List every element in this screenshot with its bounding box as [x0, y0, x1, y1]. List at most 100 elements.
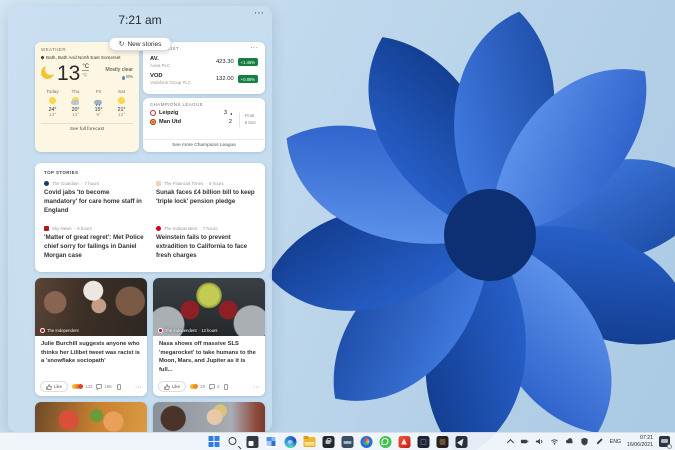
start-button[interactable] [208, 436, 220, 448]
comments-button[interactable]: 2 [209, 384, 219, 390]
task-view-icon[interactable] [246, 436, 258, 448]
taskbar: ENG 07:21 16/06/2021 [0, 432, 675, 450]
search-icon[interactable] [228, 437, 236, 445]
story-item[interactable]: The Independent · 7 hours Weinstein fail… [156, 226, 256, 261]
widgets-panel: 7:21 am ⋯ ↻ New stories WEATHER Bath, Ba… [8, 6, 272, 432]
droplet-icon [122, 76, 125, 80]
system-clock[interactable]: 07:21 16/06/2021 [627, 435, 653, 449]
news-image [153, 402, 265, 432]
comment-icon [209, 384, 215, 390]
chevron-up-icon[interactable] [507, 438, 514, 445]
more-icon[interactable]: ⋯ [135, 383, 142, 391]
guardian-logo-icon [44, 181, 49, 186]
financial-times-logo-icon [156, 181, 161, 186]
widgets-icon[interactable] [265, 436, 277, 448]
man-utd-badge-icon [150, 119, 156, 125]
share-icon[interactable] [223, 384, 229, 390]
independent-logo-icon [156, 226, 161, 231]
story-item[interactable]: The Financial Times · 6 hours Sunak face… [156, 181, 256, 216]
reactions[interactable]: 133 [72, 384, 92, 389]
volume-icon[interactable] [535, 437, 544, 446]
reaction-emoji-icon [78, 384, 83, 389]
sports-title: CHAMPIONS LEAGUE [150, 102, 258, 107]
wifi-icon[interactable] [550, 437, 559, 446]
news-card[interactable]: The Independent Julie Burchill suggests … [35, 278, 147, 396]
partly-cloudy-icon [71, 96, 80, 105]
see-more-champions-league-button[interactable]: See more Champions League [143, 139, 265, 152]
change-badge: +0.88% [238, 75, 258, 83]
unit-fahrenheit[interactable]: °F [82, 73, 89, 79]
forecast-day[interactable]: Fri 15° 9° [87, 89, 110, 118]
news-card-partial[interactable] [153, 402, 265, 432]
change-badge: +1.46% [238, 58, 258, 66]
thumbs-up-icon [164, 384, 170, 390]
sunny-icon [48, 96, 57, 105]
location-pin-icon [40, 55, 44, 59]
panel-settings-icon[interactable]: ⋯ [254, 8, 264, 19]
weather-widget[interactable]: WEATHER Bath, Bath And North East Somers… [35, 42, 139, 152]
like-button[interactable]: Like [158, 381, 186, 392]
comment-icon [96, 384, 102, 390]
onedrive-icon[interactable] [565, 437, 574, 446]
match-team-row: Man Utd 2 [150, 119, 232, 125]
story-item[interactable]: Sky News · 6 hours 'Matter of great regr… [44, 226, 144, 261]
sports-widget[interactable]: CHAMPIONS LEAGUE Leipzig 3 ◂ Man Utd 2 F… [143, 98, 265, 152]
notification-badge [667, 444, 672, 449]
news-headline: Julie Burchill suggests anyone who think… [35, 336, 147, 366]
battery-icon[interactable] [520, 437, 529, 446]
watchlist-more-icon[interactable]: ⋯ [250, 43, 258, 52]
news-card[interactable]: The Independent · 13 hours Nasa shows of… [153, 278, 265, 396]
weather-location: Bath, Bath And North East Somerset [46, 55, 121, 60]
match-status: Final 8 Dec [239, 113, 256, 127]
news-image [35, 402, 147, 432]
match-team-row: Leipzig 3 ◂ [150, 110, 232, 116]
winner-marker-icon: ◂ [230, 111, 232, 116]
notification-icon[interactable] [659, 436, 670, 447]
lock-app-icon[interactable] [322, 436, 334, 448]
news-card-partial[interactable] [35, 402, 147, 432]
forecast-day[interactable]: Thu 20° 13° [64, 89, 87, 118]
more-icon[interactable]: ⋯ [253, 383, 260, 391]
stock-row[interactable]: VOD Vodafone Group PLC 132.00 +0.88% [150, 73, 258, 85]
news-image: The Independent [35, 278, 147, 336]
defender-shield-icon[interactable] [580, 437, 589, 446]
photos-app-icon[interactable] [360, 436, 372, 448]
forecast-day[interactable]: Sat 21° 13° [110, 89, 133, 118]
new-stories-label: New stories [127, 41, 161, 48]
whatsapp-icon[interactable] [379, 436, 391, 448]
story-item[interactable]: The Guardian · 7 hours Covid jabs 'to be… [44, 181, 144, 216]
forecast-day[interactable]: Today 24° 14° [41, 89, 64, 118]
independent-logo-icon [158, 328, 163, 333]
reactions[interactable]: 19 [190, 384, 205, 389]
top-stories-widget: TOP STORIES The Guardian · 7 hours Covid… [35, 163, 265, 272]
wallet-app-icon[interactable] [341, 436, 353, 448]
story-headline: Covid jabs 'to become mandatory' for car… [44, 189, 144, 216]
news-headline: Nasa shows off massive SLS 'megarocket' … [153, 336, 265, 375]
language-indicator[interactable]: ENG [610, 439, 621, 445]
moon-icon [41, 66, 54, 79]
pen-icon[interactable] [595, 437, 604, 446]
stock-row[interactable]: AV. Aviva PLC 423.30 +1.46% [150, 56, 258, 68]
leipzig-badge-icon [150, 110, 156, 116]
reaction-emoji-icon [193, 384, 198, 389]
dark-app-icon[interactable] [417, 436, 429, 448]
like-button[interactable]: Like [40, 381, 68, 392]
precipitation-chance: 8% [126, 75, 133, 80]
dark-app-icon[interactable] [436, 436, 448, 448]
red-app-icon[interactable] [398, 436, 410, 448]
pen-app-icon[interactable] [455, 436, 467, 448]
story-headline: Weinstein fails to prevent extradition t… [156, 234, 256, 261]
current-temperature: 13 [57, 63, 80, 84]
weather-condition: Mostly clear [105, 67, 133, 73]
file-explorer-icon[interactable] [303, 437, 315, 447]
edge-browser-icon[interactable] [284, 436, 296, 448]
refresh-icon: ↻ [119, 40, 125, 48]
see-full-forecast-button[interactable]: See full forecast [41, 123, 133, 132]
share-icon[interactable] [116, 384, 122, 390]
new-stories-button[interactable]: ↻ New stories [109, 37, 172, 51]
comments-button[interactable]: 186 [96, 384, 111, 390]
rain-icon [94, 96, 103, 105]
news-image: The Independent · 13 hours [153, 278, 265, 336]
wallpaper-bloom [255, 0, 675, 450]
unit-celsius[interactable]: °C [82, 64, 89, 71]
